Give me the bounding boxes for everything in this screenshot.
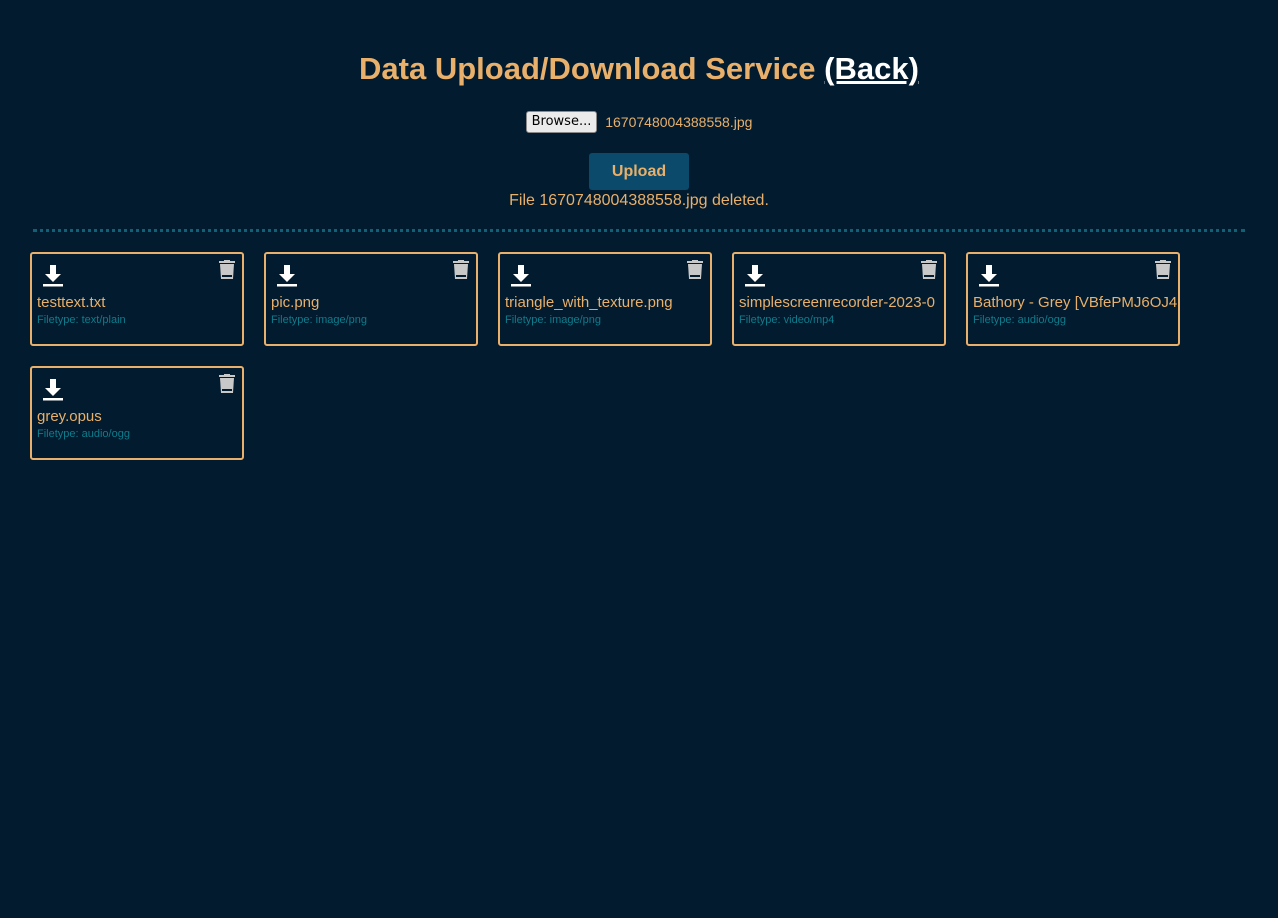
download-icon[interactable]: [40, 262, 66, 288]
download-icon[interactable]: [40, 376, 66, 402]
page-title-text: Data Upload/Download Service: [359, 51, 816, 86]
browse-button[interactable]: Browse...: [525, 111, 598, 134]
file-name[interactable]: simplescreenrecorder-2023-0: [739, 294, 935, 312]
file-card: triangle_with_texture.png Filetype: imag…: [498, 252, 712, 346]
file-name[interactable]: triangle_with_texture.png: [505, 294, 673, 312]
page-title: Data Upload/Download Service (Back): [0, 47, 1278, 91]
file-name[interactable]: testtext.txt: [37, 294, 105, 312]
trash-icon[interactable]: [218, 374, 236, 396]
download-icon[interactable]: [976, 262, 1002, 288]
file-card: grey.opus Filetype: audio/ogg: [30, 366, 244, 460]
file-type: Filetype: video/mp4: [739, 314, 835, 326]
file-card: pic.png Filetype: image/png: [264, 252, 478, 346]
trash-icon[interactable]: [686, 260, 704, 282]
divider: [33, 229, 1245, 232]
file-card: testtext.txt Filetype: text/plain: [30, 252, 244, 346]
trash-icon[interactable]: [452, 260, 470, 282]
selected-file-name: 1670748004388558.jpg: [605, 114, 753, 131]
upload-button[interactable]: Upload: [589, 153, 689, 190]
download-icon[interactable]: [742, 262, 768, 288]
download-icon[interactable]: [274, 262, 300, 288]
download-icon[interactable]: [508, 262, 534, 288]
status-message: File 1670748004388558.jpg deleted.: [509, 192, 769, 209]
file-type: Filetype: text/plain: [37, 314, 126, 326]
file-card: Bathory - Grey [VBfePMJ6OJ4 Filetype: au…: [966, 252, 1180, 346]
file-card: simplescreenrecorder-2023-0 Filetype: vi…: [732, 252, 946, 346]
file-name[interactable]: Bathory - Grey [VBfePMJ6OJ4: [973, 294, 1177, 312]
file-type: Filetype: image/png: [271, 314, 367, 326]
page: Data Upload/Download Service (Back) Brow…: [0, 0, 1278, 918]
upload-row: Browse... 1670748004388558.jpg: [0, 110, 1278, 134]
file-type: Filetype: audio/ogg: [973, 314, 1066, 326]
trash-icon[interactable]: [920, 260, 938, 282]
file-type: Filetype: audio/ogg: [37, 428, 130, 440]
trash-icon[interactable]: [218, 260, 236, 282]
trash-icon[interactable]: [1154, 260, 1172, 282]
file-type: Filetype: image/png: [505, 314, 601, 326]
back-link[interactable]: (Back): [824, 51, 919, 86]
file-name[interactable]: grey.opus: [37, 408, 102, 426]
file-name[interactable]: pic.png: [271, 294, 319, 312]
